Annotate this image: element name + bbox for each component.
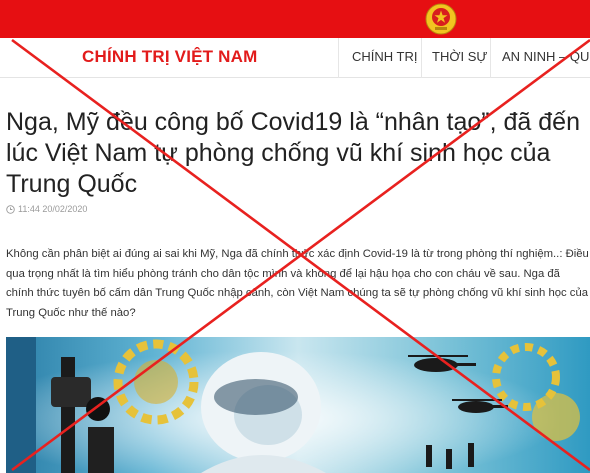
nav-divider [338, 38, 339, 78]
national-emblem-icon [425, 3, 457, 35]
nav-item-an-ninh-quoc-phong[interactable]: AN NINH – QUỐC [502, 49, 590, 64]
nav-divider [421, 38, 422, 78]
article-illustration [6, 337, 590, 473]
article-title: Nga, Mỹ đều công bố Covid19 là “nhân tạo… [6, 108, 580, 198]
site-logo[interactable]: CHÍNH TRỊ VIỆT NAM [82, 47, 257, 67]
clock-icon [6, 204, 15, 214]
nav-item-chinh-tri[interactable]: CHÍNH TRỊ [352, 49, 417, 64]
nav-item-thoi-su[interactable]: THỜI SỰ [432, 49, 487, 64]
article-meta: 11:44 20/02/2020 [6, 204, 87, 214]
nav-divider [490, 38, 491, 78]
article-lead: Không cần phân biệt ai đúng ai sai khi M… [6, 248, 589, 319]
article-timestamp: 11:44 20/02/2020 [18, 204, 88, 214]
top-red-banner [0, 0, 590, 38]
navigation-bar: CHÍNH TRỊ VIỆT NAM CHÍNH TRỊ THỜI SỰ AN … [0, 38, 590, 78]
